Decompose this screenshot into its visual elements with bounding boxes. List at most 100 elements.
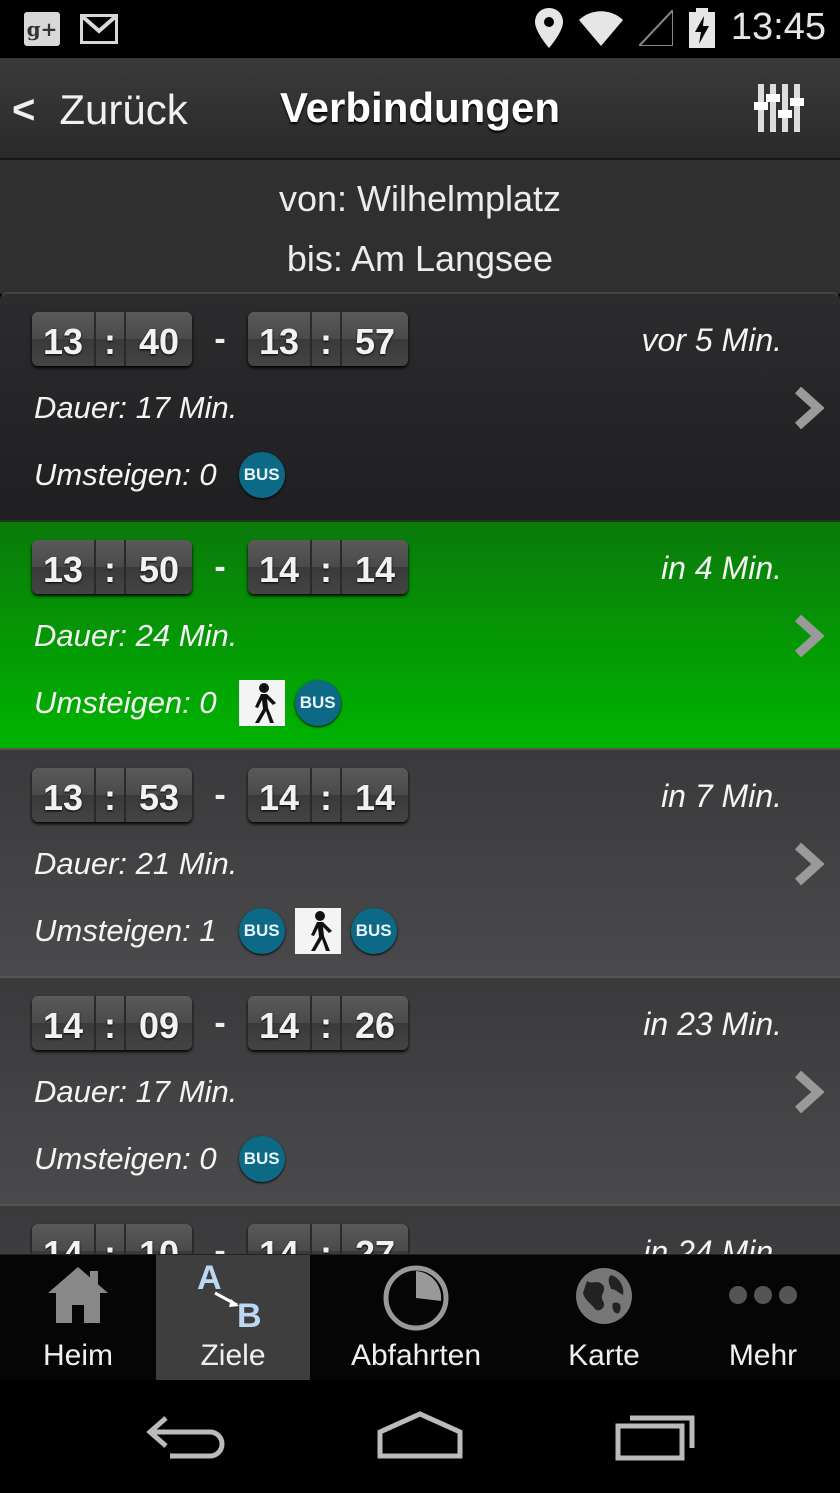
range-separator: - xyxy=(214,1003,226,1042)
tab-ziele[interactable]: A B Ziele xyxy=(156,1255,310,1381)
route-info: von: Wilhelmplatz bis: Am Langsee xyxy=(0,160,840,294)
nav-home-icon[interactable] xyxy=(376,1410,464,1467)
departure-minute: 50 xyxy=(138,549,180,590)
time-separator: : xyxy=(96,996,126,1050)
battery-charging-icon xyxy=(688,7,715,48)
transfers: Umsteigen: 0 BUS xyxy=(34,452,285,498)
departure-hour: 13 xyxy=(32,312,96,366)
time-range: 13 : 40 - 13 : 57 xyxy=(32,312,408,366)
status-bar: g+ 13:45 xyxy=(0,0,840,58)
arrival-hour: 13 xyxy=(248,312,312,366)
bus-icon: BUS xyxy=(238,908,285,954)
time-separator: : xyxy=(96,768,126,822)
nav-back-icon[interactable] xyxy=(146,1410,226,1467)
departure-time: 14 : 10 xyxy=(32,1224,192,1254)
time-range: 14 : 09 - 14 : 26 xyxy=(32,996,408,1050)
leg-icons: BUS xyxy=(238,680,341,726)
duration-label: Dauer: 17 Min. xyxy=(34,1074,238,1109)
connection-list[interactable]: 13 : 40 - 13 : 57 vor 5 Min. Dauer: 17 M… xyxy=(0,292,840,1254)
arrival-minute: 27 xyxy=(354,1233,396,1254)
transfers-label: Umsteigen: 0 xyxy=(34,457,217,492)
app-header: < Zurück Verbindungen xyxy=(0,58,840,160)
range-separator: - xyxy=(214,1231,226,1255)
svg-text:B: B xyxy=(237,1297,262,1331)
bus-icon: BUS xyxy=(294,680,341,726)
bus-icon: BUS xyxy=(238,1136,285,1182)
connection-row[interactable]: 13 : 50 - 14 : 14 in 4 Min. Dauer: 24 Mi… xyxy=(0,520,840,748)
range-separator: - xyxy=(214,547,226,586)
relative-departure: vor 5 Min. xyxy=(641,322,782,358)
signal-icon xyxy=(638,9,673,46)
home-icon xyxy=(46,1263,110,1330)
time-separator: : xyxy=(312,540,342,594)
relative-departure: in 24 Min. xyxy=(643,1234,782,1254)
system-nav-bar xyxy=(0,1380,840,1493)
svg-text:A: A xyxy=(197,1259,222,1297)
bus-icon: BUS xyxy=(350,908,397,954)
departure-time: 13 : 53 xyxy=(32,768,192,822)
arrival-hour: 14 xyxy=(248,996,312,1050)
tab-heim[interactable]: Heim xyxy=(0,1255,156,1381)
transfers-label: Umsteigen: 1 xyxy=(34,913,217,948)
wifi-icon xyxy=(578,10,623,46)
time-separator: : xyxy=(312,312,342,366)
tab-label: Ziele xyxy=(200,1339,266,1372)
time-range: 13 : 53 - 14 : 14 xyxy=(32,768,408,822)
chevron-right-icon[interactable] xyxy=(794,842,825,891)
duration-label: Dauer: 17 Min. xyxy=(34,390,238,425)
departure-minute: 10 xyxy=(138,1233,180,1254)
relative-departure: in 23 Min. xyxy=(643,1006,782,1042)
arrival-time: 14 : 26 xyxy=(248,996,408,1050)
time-separator: : xyxy=(96,540,126,594)
route-from: von: Wilhelmplatz xyxy=(278,178,562,219)
leg-icons: BUS BUS xyxy=(238,908,397,954)
arrival-time: 14 : 14 xyxy=(248,768,408,822)
time-separator: : xyxy=(312,996,342,1050)
arrival-time: 14 : 14 xyxy=(248,540,408,594)
time-separator: : xyxy=(96,1224,126,1254)
departure-time: 13 : 50 xyxy=(32,540,192,594)
connection-row[interactable]: 13 : 53 - 14 : 14 in 7 Min. Dauer: 21 Mi… xyxy=(0,748,840,976)
transfers-label: Umsteigen: 0 xyxy=(34,1141,217,1176)
range-separator: - xyxy=(214,319,226,358)
tab-mehr[interactable]: Mehr xyxy=(686,1255,840,1381)
arrival-time: 14 : 27 xyxy=(248,1224,408,1254)
tab-label: Mehr xyxy=(728,1339,798,1372)
arrival-hour: 14 xyxy=(248,540,312,594)
departure-hour: 14 xyxy=(32,996,96,1050)
tab-karte[interactable]: Karte xyxy=(522,1255,686,1381)
filter-sliders-icon[interactable] xyxy=(754,80,806,141)
arrival-hour: 14 xyxy=(248,1224,312,1254)
gmail-icon xyxy=(80,14,118,44)
arrival-time: 13 : 57 xyxy=(248,312,408,366)
relative-departure: in 7 Min. xyxy=(661,778,782,814)
arrival-minute: 14 xyxy=(354,549,396,590)
arrival-minute: 26 xyxy=(354,1005,396,1046)
leg-icons: BUS xyxy=(238,452,285,498)
departure-time: 13 : 40 xyxy=(32,312,192,366)
transfers: Umsteigen: 1 BUS BUS xyxy=(34,908,397,954)
chevron-right-icon[interactable] xyxy=(794,1070,825,1119)
chevron-right-icon[interactable] xyxy=(794,614,825,663)
google-plus-icon: g+ xyxy=(24,12,60,46)
connection-row[interactable]: 14 : 09 - 14 : 26 in 23 Min. Dauer: 17 M… xyxy=(0,976,840,1204)
nav-recents-icon[interactable] xyxy=(614,1410,698,1467)
connection-row[interactable]: 14 : 10 - 14 : 27 in 24 Min. xyxy=(0,1204,840,1254)
bus-icon: BUS xyxy=(238,452,285,498)
connection-row[interactable]: 13 : 40 - 13 : 57 vor 5 Min. Dauer: 17 M… xyxy=(0,292,840,520)
more-dots-icon xyxy=(728,1285,798,1310)
tab-abfahrten[interactable]: Abfahrten xyxy=(310,1255,522,1381)
duration-label: Dauer: 24 Min. xyxy=(34,618,238,653)
departure-minute: 09 xyxy=(138,1005,180,1046)
tab-label: Abfahrten xyxy=(350,1339,482,1372)
a-to-b-icon: AB xyxy=(193,1259,273,1336)
page-title: Verbindungen xyxy=(279,84,560,131)
bottom-tab-bar: Heim A B Ziele Abfahrten Karte Mehr xyxy=(0,1254,840,1381)
transfers: Umsteigen: 0 BUS xyxy=(34,680,341,726)
relative-departure: in 4 Min. xyxy=(661,550,782,586)
time-separator: : xyxy=(96,312,126,366)
chevron-right-icon[interactable] xyxy=(794,386,825,435)
route-to: bis: Am Langsee xyxy=(286,238,554,279)
tab-label: Heim xyxy=(42,1339,113,1372)
walk-icon xyxy=(294,908,341,954)
